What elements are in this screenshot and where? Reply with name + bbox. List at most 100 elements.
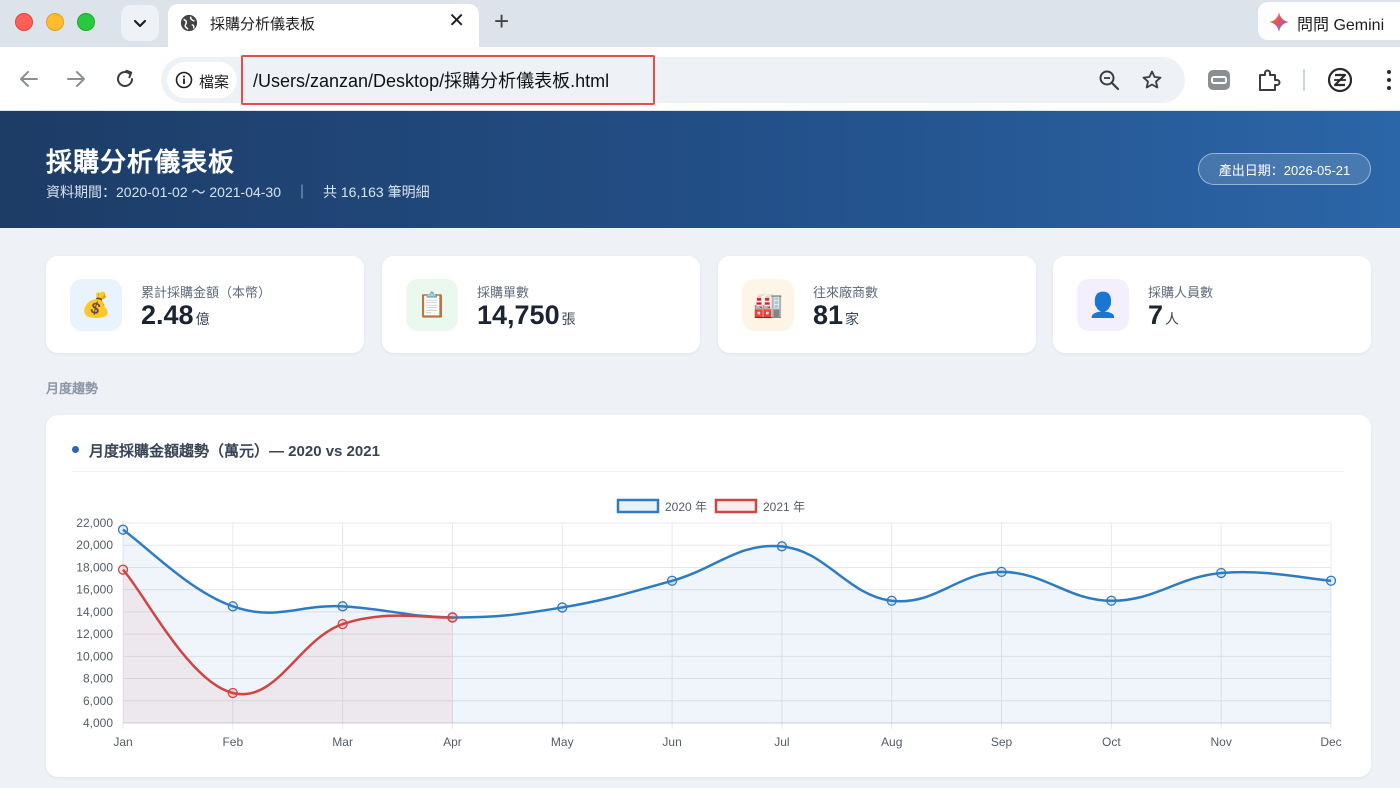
address-bar[interactable]: 檔案 /Users/zanzan/Desktop/採購分析儀表板.html xyxy=(161,55,1185,105)
url-text[interactable]: /Users/zanzan/Desktop/採購分析儀表板.html xyxy=(253,67,609,93)
data-point xyxy=(557,602,568,613)
x-tick-label: Apr xyxy=(443,735,462,749)
data-point xyxy=(447,612,458,623)
kpi-unit: 人 xyxy=(1165,311,1180,327)
y-tick-label: 18,000 xyxy=(76,560,113,574)
monthly-trend-chart: 4,000 6,000 8,000 10,000 12,000 14,000 16,000 1… xyxy=(76,498,1342,749)
data-point xyxy=(1106,595,1117,606)
forward-button[interactable] xyxy=(62,65,90,93)
ask-gemini-button[interactable]: 問問 Gemini xyxy=(1258,2,1400,40)
gemini-label: 問問 Gemini xyxy=(1297,17,1385,34)
kpi-value-row: 14,750 張 xyxy=(477,300,576,331)
section-label: 月度趨勢 xyxy=(46,381,99,396)
kpi-value: 81 xyxy=(813,300,844,330)
x-tick-label: Aug xyxy=(881,735,902,749)
kpi-value: 2.48 xyxy=(141,300,194,330)
bookmark-star-icon[interactable] xyxy=(1141,69,1163,91)
browser-tab-strip: 採購分析儀表板 ✕ + 問問 Gemini xyxy=(0,0,1400,47)
arrow-left-icon xyxy=(20,71,38,87)
data-point xyxy=(227,601,238,612)
kpi-value: 7 xyxy=(1148,300,1164,330)
gemini-sparkle-icon xyxy=(1268,11,1290,33)
data-point xyxy=(117,524,129,535)
kpi-card-order-count: 📋 採購單數 14,750 張 xyxy=(382,256,700,353)
y-tick-label: 12,000 xyxy=(76,627,113,641)
data-point xyxy=(996,566,1007,578)
kpi-label: 採購人員數 xyxy=(1148,285,1214,300)
kpi-value-row: 7人 xyxy=(1148,300,1179,331)
data-point xyxy=(666,575,678,586)
y-tick-label: 4,000 xyxy=(83,716,113,730)
zoom-icon[interactable] xyxy=(1098,69,1120,91)
more-menu-icon[interactable] xyxy=(1380,67,1400,93)
data-point xyxy=(776,541,788,552)
kpi-value-row: 2.48 億 xyxy=(141,300,210,331)
kpi-label: 往來廠商數 xyxy=(813,285,879,300)
page-subtitle: 資料期間：2020-01-02 ～ 2021-04-30 ｜ 共 16,163 … xyxy=(46,184,430,200)
page-title: 採購分析儀表板 xyxy=(46,147,236,177)
site-info-label: 檔案 xyxy=(199,74,230,91)
info-icon xyxy=(175,71,193,89)
kpi-card-total-amount: 💰 累計採購金額（本幣） 2.48 億 xyxy=(46,256,364,353)
y-tick-label: 6,000 xyxy=(83,694,113,708)
y-tick-label: 20,000 xyxy=(76,538,113,552)
kpi-label: 累計採購金額（本幣） xyxy=(141,285,272,300)
reload-button[interactable] xyxy=(111,65,139,93)
y-tick-label: 8,000 xyxy=(83,672,113,686)
legend-swatch xyxy=(616,498,660,514)
y-tick-label: 10,000 xyxy=(76,649,113,663)
reload-icon xyxy=(117,69,133,87)
x-tick-label: Feb xyxy=(222,735,243,749)
tab-title: 採購分析儀表板 xyxy=(210,16,316,33)
x-tick-label: Jan xyxy=(113,735,132,749)
arrow-right-icon xyxy=(67,71,85,87)
data-point xyxy=(117,564,129,575)
legend-label: 2020 年 xyxy=(665,500,707,514)
kpi-label: 採購單數 xyxy=(477,285,530,300)
browser-toolbar: 檔案 /Users/zanzan/Desktop/採購分析儀表板.html xyxy=(0,47,1400,111)
profile-avatar-icon[interactable] xyxy=(1327,67,1353,93)
kpi-unit: 張 xyxy=(561,311,576,327)
window-minimize-button[interactable] xyxy=(46,13,64,31)
data-point xyxy=(227,687,238,699)
legend-label: 2021 年 xyxy=(763,500,805,514)
data-point xyxy=(886,595,897,606)
window-maximize-button[interactable] xyxy=(77,13,95,31)
factory-icon: 🏭 xyxy=(742,279,794,331)
x-tick-label: Dec xyxy=(1320,735,1341,749)
back-button[interactable] xyxy=(15,65,43,93)
chevron-down-icon xyxy=(133,19,147,28)
legend-swatch xyxy=(714,498,758,514)
clipboard-icon: 📋 xyxy=(406,279,458,331)
tab-search-button[interactable] xyxy=(121,5,159,41)
site-info-button[interactable]: 檔案 xyxy=(167,62,237,98)
money-bag-icon: 💰 xyxy=(70,279,122,331)
x-tick-label: Mar xyxy=(332,735,353,749)
close-tab-icon[interactable]: ✕ xyxy=(448,11,465,31)
person-icon: 👤 xyxy=(1077,279,1129,331)
data-point xyxy=(1325,575,1337,586)
y-tick-label: 14,000 xyxy=(76,605,113,619)
data-point xyxy=(337,601,348,612)
globe-icon xyxy=(180,14,198,32)
x-tick-label: May xyxy=(551,735,574,749)
window-close-button[interactable] xyxy=(15,13,33,31)
x-tick-label: Sep xyxy=(991,735,1013,749)
x-tick-label: Jul xyxy=(774,735,789,749)
puzzle-extensions-icon[interactable] xyxy=(1255,67,1281,93)
y-tick-label: 22,000 xyxy=(76,516,113,530)
url-highlight[interactable]: /Users/zanzan/Desktop/採購分析儀表板.html xyxy=(241,55,655,105)
monthly-trend-chart-card: 月度採購金額趨勢（萬元）— 2020 vs 2021 4,000 6,000 8,0… xyxy=(46,415,1371,777)
kpi-value: 14,750 xyxy=(477,300,560,330)
x-tick-label: Oct xyxy=(1102,735,1121,749)
kpi-card-vendor-count: 🏭 往來廠商數 81 家 xyxy=(718,256,1036,353)
data-point xyxy=(337,618,348,630)
kpi-value-row: 81 家 xyxy=(813,300,859,331)
line-extension-icon[interactable] xyxy=(1206,67,1232,93)
kpi-card-buyer-count: 👤 採購人員數 7人 xyxy=(1053,256,1371,353)
active-tab[interactable]: 採購分析儀表板 ✕ xyxy=(168,4,479,47)
kpi-unit: 家 xyxy=(845,311,860,327)
new-tab-button[interactable]: + xyxy=(494,8,509,34)
x-tick-label: Nov xyxy=(1211,735,1232,749)
generated-date-badge: 產出日期：2026-05-21 xyxy=(1198,153,1371,185)
